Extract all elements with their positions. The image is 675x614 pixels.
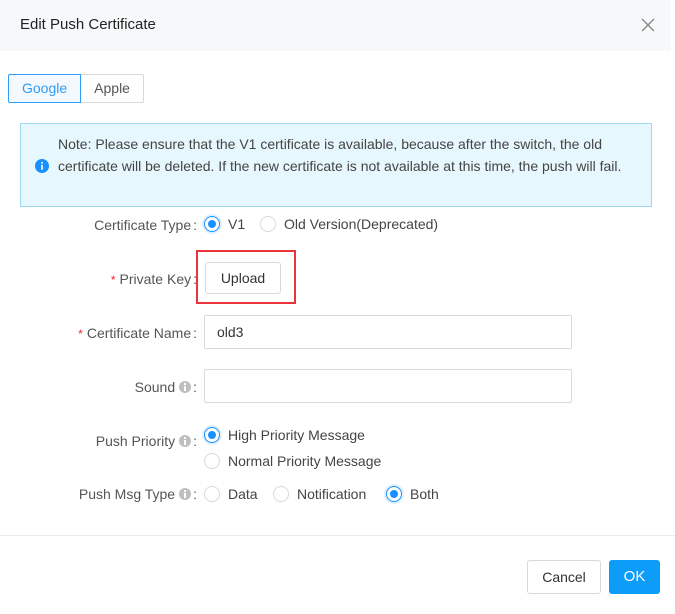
radio-high-priority[interactable]: High Priority Message: [204, 427, 365, 443]
colon: :: [193, 486, 197, 502]
colon: :: [193, 271, 197, 287]
info-icon: [35, 159, 49, 173]
radio-data[interactable]: Data: [204, 486, 258, 502]
dialog-title: Edit Push Certificate: [20, 16, 156, 33]
colon: :: [193, 379, 197, 395]
radio-circle[interactable]: [273, 486, 289, 502]
info-icon[interactable]: [179, 381, 192, 393]
private-key-label: * Private Key:: [111, 271, 197, 287]
radio-label: Notification: [297, 486, 367, 502]
radio-v1[interactable]: V1: [204, 216, 245, 232]
close-icon[interactable]: [639, 16, 657, 34]
platform-tabs: Google Apple: [8, 74, 144, 103]
certificate-name-input[interactable]: old3: [204, 315, 572, 349]
certificate-type-label: Certificate Type:: [94, 217, 197, 233]
radio-circle[interactable]: [204, 427, 220, 443]
ok-button[interactable]: OK: [609, 560, 660, 594]
dialog-header: Edit Push Certificate: [0, 0, 671, 51]
radio-label: Both: [410, 486, 439, 502]
certificate-type-label-text: Certificate Type: [94, 217, 192, 233]
certificate-name-label: * Certificate Name:: [78, 325, 197, 341]
alert-text: Note: Please ensure that the V1 certific…: [58, 136, 622, 174]
tab-apple[interactable]: Apple: [80, 74, 144, 103]
required-marker: *: [110, 273, 116, 287]
radio-circle[interactable]: [386, 486, 402, 502]
radio-both[interactable]: Both: [386, 486, 439, 502]
radio-label: High Priority Message: [228, 427, 365, 443]
colon: :: [193, 217, 197, 233]
private-key-label-text: Private Key: [119, 271, 192, 287]
upload-button[interactable]: Upload: [205, 262, 281, 294]
colon: :: [193, 433, 197, 449]
push-priority-label-text: Push Priority: [95, 433, 176, 449]
push-msg-type-label: Push Msg Type:: [79, 486, 197, 502]
radio-label: Data: [228, 486, 258, 502]
push-priority-label: Push Priority:: [96, 433, 197, 449]
radio-circle[interactable]: [204, 486, 220, 502]
info-icon[interactable]: [179, 435, 192, 447]
radio-label: V1: [228, 216, 246, 232]
radio-label: Normal Priority Message: [228, 453, 382, 469]
radio-circle[interactable]: [204, 216, 220, 232]
sound-label-text: Sound: [134, 379, 176, 395]
cancel-button[interactable]: Cancel: [527, 560, 601, 594]
colon: :: [193, 325, 197, 341]
info-icon[interactable]: [179, 488, 192, 500]
radio-old-version[interactable]: Old Version(Deprecated): [260, 216, 438, 232]
radio-circle[interactable]: [260, 216, 276, 232]
push-msg-type-label-text: Push Msg Type: [78, 486, 176, 502]
sound-input[interactable]: [204, 369, 572, 403]
tab-google[interactable]: Google: [8, 74, 82, 103]
footer-divider: [0, 535, 675, 536]
radio-label: Old Version(Deprecated): [284, 216, 439, 232]
radio-circle[interactable]: [204, 453, 220, 469]
certificate-name-label-text: Certificate Name: [86, 325, 192, 341]
required-marker: *: [78, 327, 83, 341]
radio-normal-priority[interactable]: Normal Priority Message: [204, 453, 381, 469]
radio-notification[interactable]: Notification: [273, 486, 366, 502]
note-alert: Note: Please ensure that the V1 certific…: [20, 123, 652, 207]
sound-label: Sound:: [135, 379, 197, 395]
